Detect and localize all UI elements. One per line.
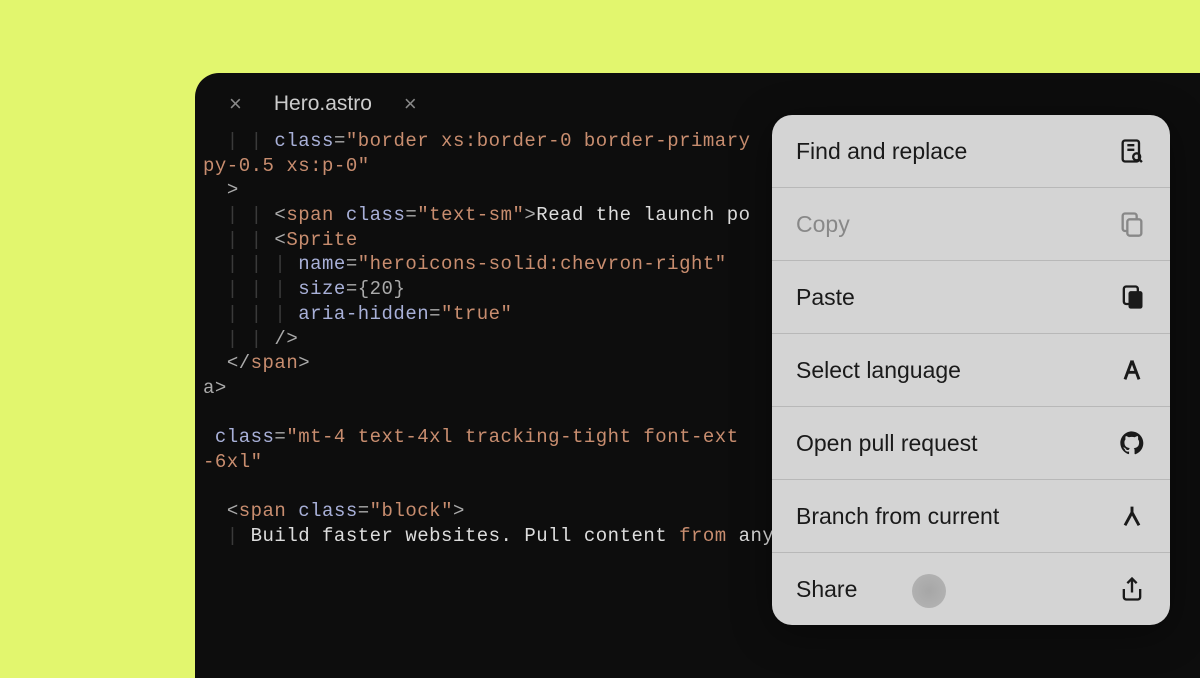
paste-icon [1118,283,1146,311]
menu-label: Open pull request [796,430,978,457]
menu-label: Paste [796,284,855,311]
tab-filename[interactable]: Hero.astro [260,92,386,116]
code-value: {20} [358,278,406,300]
menu-paste[interactable]: Paste [772,261,1170,334]
menu-label: Find and replace [796,138,967,165]
language-icon [1118,356,1146,384]
copy-icon [1118,210,1146,238]
code-text: Read the launch po [536,204,750,226]
close-tab-icon[interactable]: × [386,91,435,117]
menu-label: Share [796,576,857,603]
close-icon[interactable]: × [211,91,260,117]
share-icon [1118,575,1146,603]
menu-label: Select language [796,357,961,384]
code-tag: Sprite [286,229,357,251]
code-string: py-0.5 xs:p-0" [203,155,370,177]
touch-indicator [912,574,946,608]
find-replace-icon [1118,137,1146,165]
branch-icon [1118,502,1146,530]
github-icon [1118,429,1146,457]
code-string: -6xl" [203,451,263,473]
code-keyword: from [679,525,727,547]
code-text: Build faster websites. Pull content [251,525,679,547]
code-string: "border xs:border-0 border-primary [346,130,751,152]
menu-find-replace[interactable]: Find and replace [772,115,1170,188]
menu-branch[interactable]: Branch from current [772,480,1170,553]
menu-select-language[interactable]: Select language [772,334,1170,407]
context-menu: Find and replace Copy Paste Select langu… [772,115,1170,625]
menu-label: Copy [796,211,850,238]
code-string: "block" [370,500,453,522]
code-string: "text-sm" [417,204,524,226]
menu-copy: Copy [772,188,1170,261]
menu-open-pr[interactable]: Open pull request [772,407,1170,480]
code-string: "mt-4 text-4xl tracking-tight font-ext [286,426,738,448]
code-string: "heroicons-solid:chevron-right" [358,253,727,275]
menu-label: Branch from current [796,503,999,530]
menu-share[interactable]: Share [772,553,1170,625]
code-string: "true" [441,303,512,325]
